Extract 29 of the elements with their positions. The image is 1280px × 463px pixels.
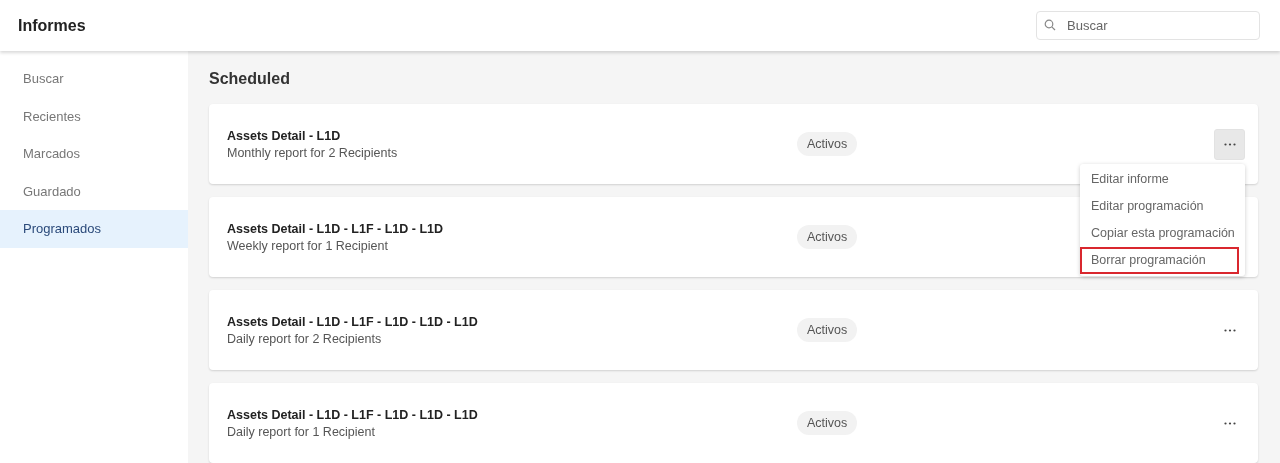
sidebar-item[interactable]: Programados bbox=[0, 210, 188, 248]
ellipsis-icon bbox=[1223, 328, 1236, 332]
ellipsis-icon bbox=[1223, 142, 1236, 146]
report-subtitle: Daily report for 1 Recipient bbox=[227, 424, 376, 439]
sidebar-item[interactable]: Recientes bbox=[0, 97, 188, 135]
sidebar-item[interactable]: Guardado bbox=[0, 172, 188, 210]
search-field[interactable]: Buscar bbox=[1036, 11, 1260, 40]
report-subtitle: Weekly report for 1 Recipient bbox=[227, 238, 389, 253]
menu-item[interactable]: Editar informe bbox=[1080, 165, 1245, 193]
sidebar-item[interactable]: Marcados bbox=[0, 135, 188, 173]
report-title: Assets Detail - L1D - L1F - L1D - L1D bbox=[227, 221, 444, 236]
status-badge: Activos bbox=[797, 132, 858, 156]
report-subtitle: Daily report for 2 Recipients bbox=[227, 331, 383, 346]
report-title: Assets Detail - L1D - L1F - L1D - L1D - L1D bbox=[227, 407, 479, 422]
status-badge: Activos bbox=[797, 318, 858, 342]
status-badge: Activos bbox=[797, 411, 858, 435]
report-title: Assets Detail - L1D bbox=[227, 128, 342, 143]
menu-item[interactable]: Copiar esta programación bbox=[1080, 219, 1245, 247]
more-button[interactable] bbox=[1214, 128, 1245, 160]
section-title: Scheduled bbox=[209, 70, 291, 88]
page-title: Informes bbox=[18, 16, 86, 35]
search-icon bbox=[1044, 19, 1056, 31]
menu-item[interactable]: Borrar programación bbox=[1080, 246, 1239, 274]
ellipsis-icon bbox=[1223, 421, 1236, 425]
status-badge: Activos bbox=[797, 225, 858, 249]
sidebar-item[interactable]: Buscar bbox=[0, 60, 188, 98]
menu-item[interactable]: Editar programación bbox=[1080, 192, 1245, 220]
report-subtitle: Monthly report for 2 Recipients bbox=[227, 145, 399, 160]
report-title: Assets Detail - L1D - L1F - L1D - L1D - L1D bbox=[227, 314, 479, 329]
